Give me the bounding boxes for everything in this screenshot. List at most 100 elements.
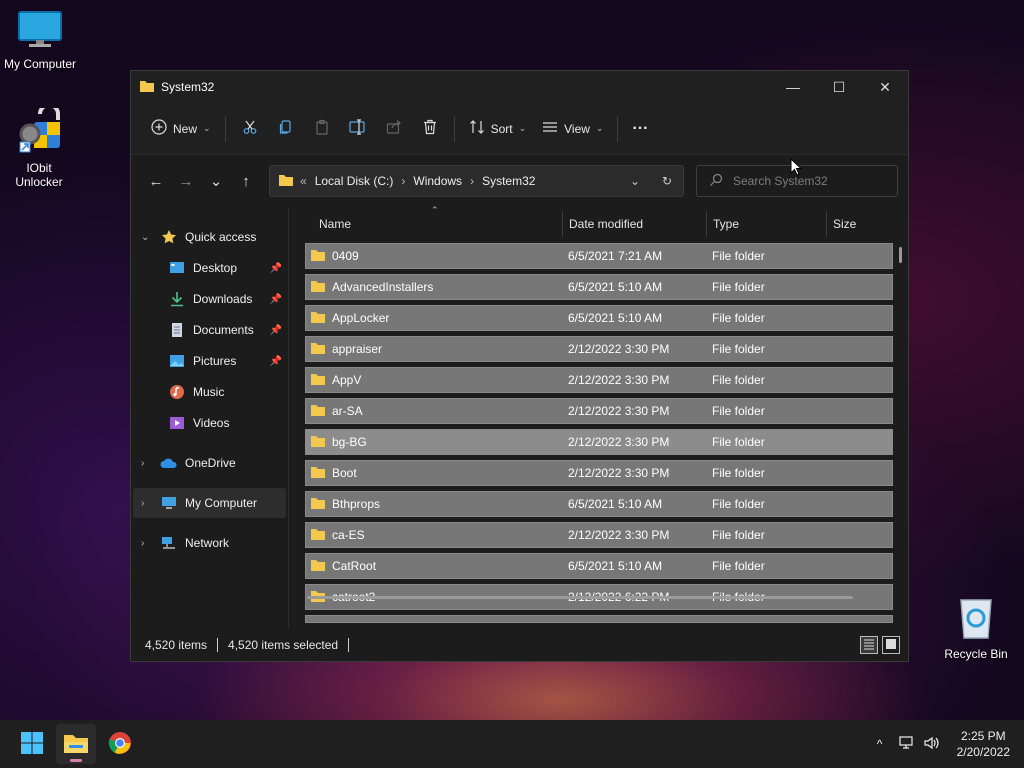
file-row[interactable]: CatRoot 6/5/2021 5:10 AM File folder — [305, 553, 893, 579]
file-list: ⌃ Name Date modified Type Size 0409 6/5/2… — [289, 205, 908, 629]
address-bar[interactable]: « Local Disk (C:) › Windows › System32 ⌄… — [269, 165, 684, 197]
sidebar-item-documents[interactable]: Documents 📌 — [133, 315, 286, 345]
column-header-type[interactable]: Type — [707, 211, 827, 237]
monitor-icon — [0, 10, 80, 53]
file-type: File folder — [712, 404, 765, 418]
rename-button[interactable] — [340, 112, 376, 146]
breadcrumb-windows[interactable]: Windows — [413, 174, 462, 188]
recent-locations-button[interactable]: ⌄ — [201, 166, 231, 196]
file-type: File folder — [712, 466, 765, 480]
more-options-button[interactable]: ··· — [624, 112, 656, 146]
system-tray: ^ 2:25 PM 2/20/2022 — [867, 728, 1024, 760]
search-input[interactable] — [733, 174, 883, 188]
taskbar-chrome[interactable] — [100, 724, 140, 764]
start-button[interactable] — [12, 724, 52, 764]
chevron-right-icon: › — [470, 174, 475, 188]
vertical-scrollbar[interactable] — [899, 247, 902, 263]
arrow-left-icon: ← — [148, 172, 164, 190]
title-bar[interactable]: System32 — ☐ ✕ — [131, 71, 908, 103]
sidebar-item-network[interactable]: › Network — [133, 528, 286, 558]
sidebar-item-desktop[interactable]: Desktop 📌 — [133, 253, 286, 283]
file-date: 6/5/2021 5:10 AM — [568, 497, 663, 511]
sidebar-item-label: Documents — [193, 323, 254, 337]
chevron-right-icon: › — [141, 457, 145, 469]
sidebar-item-pictures[interactable]: Pictures 📌 — [133, 346, 286, 376]
sidebar-item-label: OneDrive — [185, 456, 236, 470]
file-row[interactable]: ar-SA 2/12/2022 3:30 PM File folder — [305, 398, 893, 424]
file-name: AdvancedInstallers — [332, 280, 434, 294]
sidebar-item-quick-access[interactable]: ⌄ Quick access — [133, 222, 286, 252]
clock[interactable]: 2:25 PM 2/20/2022 — [957, 728, 1010, 760]
network-status-button[interactable] — [893, 735, 919, 753]
file-row[interactable]: AppLocker 6/5/2021 5:10 AM File folder — [305, 305, 893, 331]
breadcrumb-local-disk[interactable]: Local Disk (C:) — [315, 174, 394, 188]
back-button[interactable]: ← — [141, 166, 171, 196]
share-button[interactable] — [376, 112, 412, 146]
tiles-view-button[interactable] — [882, 636, 900, 654]
breadcrumb-overflow[interactable]: « — [300, 174, 307, 188]
arrow-right-icon: → — [178, 172, 194, 190]
file-type: File folder — [712, 280, 765, 294]
address-history-button[interactable]: ⌄ — [619, 174, 651, 188]
pin-icon: 📌 — [269, 262, 282, 274]
file-row[interactable]: bg-BG 2/12/2022 3:30 PM File folder — [305, 429, 893, 455]
file-row[interactable]: AppV 2/12/2022 3:30 PM File folder — [305, 367, 893, 393]
chrome-icon — [108, 731, 132, 758]
minimize-button[interactable]: — — [770, 71, 816, 103]
forward-button[interactable]: → — [171, 166, 201, 196]
file-row[interactable]: AdvancedInstallers 6/5/2021 5:10 AM File f… — [305, 274, 893, 300]
music-icon — [167, 384, 187, 400]
sidebar-item-music[interactable]: Music — [133, 377, 286, 407]
paste-button[interactable] — [304, 112, 340, 146]
file-name: Boot — [332, 466, 357, 480]
file-name-cell: Bthprops — [306, 496, 564, 513]
network-icon — [898, 735, 914, 753]
file-row[interactable]: appraiser 2/12/2022 3:30 PM File folder — [305, 336, 893, 362]
horizontal-scrollbar[interactable] — [307, 596, 853, 599]
sidebar-item-videos[interactable]: Videos — [133, 408, 286, 438]
column-header-size[interactable]: Size — [827, 211, 897, 237]
desktop-icon-iobit-unlocker[interactable]: IObit Unlocker — [0, 103, 78, 189]
taskbar: ^ 2:25 PM 2/20/2022 — [0, 720, 1024, 768]
file-row[interactable]: Boot 2/12/2022 3:30 PM File folder — [305, 460, 893, 486]
desktop-icon-recycle-bin[interactable]: Recycle Bin — [936, 596, 1016, 661]
star-icon — [159, 229, 179, 245]
file-date: 6/5/2021 7:21 AM — [568, 249, 663, 263]
file-type: File folder — [712, 559, 765, 573]
cut-button[interactable] — [232, 112, 268, 146]
copy-button[interactable] — [268, 112, 304, 146]
desktop-icon-label: IObit Unlocker — [15, 161, 63, 189]
refresh-button[interactable]: ↻ — [651, 174, 683, 188]
desktop-icon-my-computer[interactable]: My Computer — [0, 10, 80, 71]
sidebar-item-onedrive[interactable]: › OneDrive — [133, 448, 286, 478]
file-row[interactable]: ca-ES 2/12/2022 3:30 PM File folder — [305, 522, 893, 548]
file-row[interactable]: 0409 6/5/2021 7:21 AM File folder — [305, 243, 893, 269]
file-name-cell: AdvancedInstallers — [306, 279, 564, 296]
maximize-button[interactable]: ☐ — [816, 71, 862, 103]
show-hidden-icons-button[interactable]: ^ — [867, 737, 893, 751]
file-date: 6/5/2021 5:10 AM — [568, 311, 663, 325]
details-view-button[interactable] — [860, 636, 878, 654]
sort-button[interactable]: Sort ⌄ — [461, 112, 535, 146]
sidebar-item-downloads[interactable]: Downloads 📌 — [133, 284, 286, 314]
new-button[interactable]: New ⌄ — [143, 112, 219, 146]
refresh-icon: ↻ — [661, 174, 673, 188]
volume-button[interactable] — [919, 736, 945, 753]
plus-circle-icon — [151, 119, 167, 138]
sidebar-item-my-computer[interactable]: › My Computer — [133, 488, 286, 518]
up-button[interactable]: ↑ — [231, 166, 261, 196]
folder-icon — [310, 372, 326, 389]
file-row[interactable] — [305, 615, 893, 623]
folder-icon — [310, 465, 326, 482]
taskbar-file-explorer[interactable] — [56, 724, 96, 764]
breadcrumb-system32[interactable]: System32 — [482, 174, 535, 188]
command-bar: New ⌄ Sort ⌄ View ⌄ ··· — [131, 103, 908, 155]
sidebar-item-label: Network — [185, 536, 230, 550]
delete-button[interactable] — [412, 112, 448, 146]
column-header-date-modified[interactable]: Date modified — [563, 211, 707, 237]
file-date: 6/5/2021 5:10 AM — [568, 280, 663, 294]
view-button[interactable]: View ⌄ — [534, 112, 611, 146]
file-row[interactable]: Bthprops 6/5/2021 5:10 AM File folder — [305, 491, 893, 517]
close-button[interactable]: ✕ — [862, 71, 908, 103]
chevron-right-icon: › — [141, 537, 145, 549]
